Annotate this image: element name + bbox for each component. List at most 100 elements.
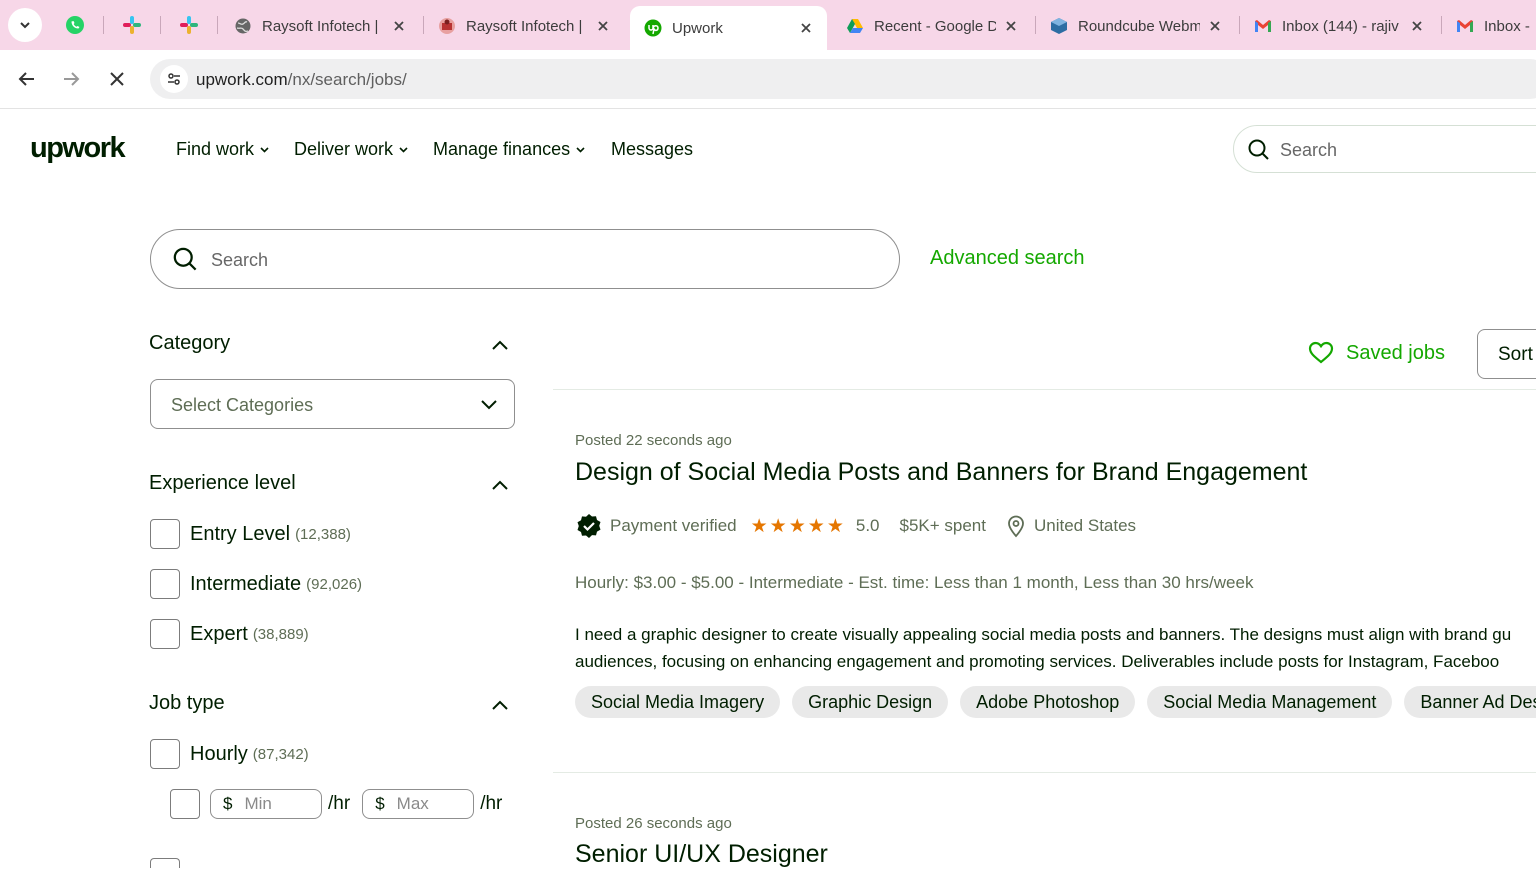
- verified-badge-icon: [576, 513, 602, 539]
- header-search-placeholder: Search: [1280, 140, 1338, 160]
- tab-gmail-1[interactable]: Inbox (144) - rajiv: [1240, 8, 1438, 44]
- posted-time: Posted 22 seconds ago: [575, 432, 732, 449]
- client-info: Payment verified ★ ★ ★ ★ ★ 5.0 $5K+ spent Un…: [576, 513, 1136, 539]
- description-line: audiences, focusing on enhancing engagem…: [575, 652, 1500, 671]
- skill-tag[interactable]: Graphic Design: [792, 686, 949, 718]
- slack-icon: [123, 16, 141, 34]
- gmail-icon: [1456, 17, 1474, 35]
- star-icon: ★: [788, 515, 806, 537]
- nav-label: Messages: [611, 139, 694, 159]
- nav-find-work[interactable]: Find work: [176, 139, 270, 160]
- checkbox[interactable]: [150, 519, 180, 549]
- chevron-down-icon: [20, 22, 30, 29]
- option-count: (92,026): [306, 575, 363, 593]
- saved-jobs-link[interactable]: Saved jobs: [1308, 341, 1445, 365]
- search-icon: [1248, 139, 1269, 160]
- posted-time: Posted 26 seconds ago: [575, 815, 732, 832]
- nav-deliver-work[interactable]: Deliver work: [294, 139, 409, 160]
- chevron-up-icon: [492, 700, 508, 710]
- experience-level-title: Experience level: [149, 472, 296, 494]
- address-bar[interactable]: upwork.com/nx/search/jobs/: [150, 59, 1536, 99]
- chevron-up-icon: [492, 340, 508, 350]
- close-icon: [110, 72, 124, 86]
- option-count: (87,342): [252, 745, 309, 763]
- divider: [553, 772, 1536, 773]
- category-collapse-button[interactable]: [488, 333, 512, 357]
- browser-toolbar: upwork.com/nx/search/jobs/: [0, 50, 1536, 109]
- heart-icon: [1308, 341, 1334, 365]
- tab-google-drive[interactable]: Recent - Google D: [832, 8, 1032, 44]
- option-label: Hourly: [190, 742, 248, 765]
- job-type-hourly[interactable]: Hourly (87,342): [150, 739, 309, 769]
- max-rate-input[interactable]: $ Max: [362, 789, 475, 819]
- tab-raysoft-1[interactable]: Raysoft Infotech |: [220, 8, 420, 44]
- job-title[interactable]: Senior UI/UX Designer: [575, 840, 828, 869]
- skill-tags: Social Media Imagery Graphic Design Adob…: [575, 686, 1536, 718]
- pinned-tab-whatsapp[interactable]: [58, 10, 92, 40]
- experience-option-expert[interactable]: Expert (38,889): [150, 619, 309, 649]
- location-pin-icon: [1006, 514, 1026, 538]
- pinned-tab-slack-2[interactable]: [172, 10, 206, 40]
- tab-gmail-2[interactable]: Inbox -: [1442, 8, 1536, 44]
- checkbox[interactable]: [150, 858, 180, 868]
- chevron-down-icon: [260, 147, 269, 153]
- browser-tab-bar: Raysoft Infotech | Raysoft Infotech | Up…: [0, 0, 1536, 50]
- tab-search-button[interactable]: [8, 8, 42, 42]
- raysoft-logo-icon: [438, 17, 456, 35]
- tab-title: Inbox (144) - rajiv: [1282, 17, 1399, 35]
- skill-tag[interactable]: Banner Ad Des: [1404, 686, 1536, 718]
- nav-label: Deliver work: [294, 139, 394, 159]
- hourly-rate-range: $ Min /hr $ Max /hr: [170, 789, 508, 819]
- description-line: I need a graphic designer to create visu…: [575, 625, 1512, 644]
- close-icon[interactable]: [1408, 17, 1426, 35]
- forward-button[interactable]: [54, 62, 88, 96]
- checkbox[interactable]: [150, 569, 180, 599]
- advanced-search-link[interactable]: Advanced search: [930, 247, 1085, 270]
- skill-tag[interactable]: Adobe Photoshop: [960, 686, 1136, 718]
- nav-messages[interactable]: Messages: [611, 139, 693, 160]
- tab-separator: [217, 16, 218, 34]
- checkbox[interactable]: [150, 619, 180, 649]
- site-info-icon[interactable]: [160, 65, 188, 93]
- experience-option-intermediate[interactable]: Intermediate (92,026): [150, 569, 362, 599]
- job-title[interactable]: Design of Social Media Posts and Banners…: [575, 458, 1307, 487]
- upwork-logo[interactable]: upwork: [30, 132, 132, 168]
- sort-button[interactable]: Sort: [1477, 329, 1536, 379]
- upwork-favicon-icon: [644, 19, 662, 37]
- tab-upwork[interactable]: Upwork: [630, 6, 827, 50]
- job-type-collapse-button[interactable]: [488, 693, 512, 717]
- stop-loading-button[interactable]: [100, 62, 134, 96]
- category-select[interactable]: Select Categories: [150, 379, 515, 429]
- option-label: Entry Level: [190, 522, 291, 545]
- header-search-input[interactable]: Search: [1233, 125, 1536, 173]
- category-title: Category: [149, 332, 231, 354]
- checkbox[interactable]: [150, 739, 180, 769]
- back-button[interactable]: [10, 62, 44, 96]
- tab-roundcube[interactable]: Roundcube Webm: [1036, 8, 1236, 44]
- per-hour-label: /hr: [328, 793, 351, 814]
- close-icon[interactable]: [797, 19, 815, 37]
- star-icon: ★: [750, 515, 768, 537]
- skill-tag[interactable]: Social Media Imagery: [575, 686, 781, 718]
- currency-symbol: $: [375, 794, 385, 813]
- close-icon[interactable]: [1002, 17, 1020, 35]
- saved-jobs-label: Saved jobs: [1346, 341, 1445, 364]
- close-icon[interactable]: [1206, 17, 1224, 35]
- option-count: (38,889): [252, 625, 309, 643]
- job-search-input[interactable]: Search: [150, 229, 900, 289]
- skill-tag[interactable]: Social Media Management: [1147, 686, 1393, 718]
- nav-manage-finances[interactable]: Manage finances: [433, 139, 586, 160]
- payment-verified: Payment verified: [610, 516, 737, 535]
- tab-separator: [103, 16, 104, 34]
- close-icon[interactable]: [390, 17, 408, 35]
- close-icon[interactable]: [594, 17, 612, 35]
- experience-collapse-button[interactable]: [488, 473, 512, 497]
- min-rate-input[interactable]: $ Min: [210, 789, 322, 819]
- hourly-rate-checkbox[interactable]: [170, 789, 200, 819]
- tab-title: Raysoft Infotech |: [262, 17, 379, 35]
- search-icon: [173, 247, 197, 271]
- pinned-tab-slack-1[interactable]: [115, 10, 149, 40]
- tab-raysoft-2[interactable]: Raysoft Infotech |: [424, 8, 624, 44]
- experience-option-entry[interactable]: Entry Level (12,388): [150, 519, 351, 549]
- chevron-down-icon: [481, 400, 497, 410]
